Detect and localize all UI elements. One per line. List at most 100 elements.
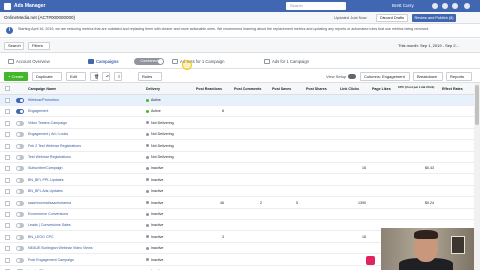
campaign-toggle[interactable] [16, 189, 24, 195]
campaign-toggle[interactable] [16, 223, 24, 229]
row-checkbox[interactable] [5, 120, 10, 126]
table-row[interactable]: BN_BFL PPL Updates Inactive [0, 174, 474, 186]
campaign-name[interactable]: Leads | Conversions Sales [28, 220, 140, 231]
table-row[interactable]: Engagement | Ad / Looks Not Delivering [0, 129, 474, 141]
delete-button[interactable]: 🗑 [90, 72, 99, 81]
table-row[interactable]: Video Testers Campaign Not Delivering [0, 117, 474, 129]
campaign-toggle[interactable] [16, 257, 24, 263]
tab-campaigns[interactable]: Campaigns [86, 57, 119, 66]
table-row[interactable]: Webinar/Promotion Active [0, 95, 474, 106]
campaign-name[interactable]: Subscriber/Campaign [28, 163, 140, 174]
date-range-picker[interactable]: This month: Sep 1, 2019 - Sep 2... [398, 42, 459, 50]
column-header-effect-rates[interactable]: Effect Rates [442, 83, 463, 95]
rules-button[interactable]: Rules [138, 72, 162, 81]
ab-test-button[interactable]: ≡ [114, 72, 122, 81]
campaign-name[interactable]: Engagement [28, 106, 140, 117]
row-checkbox[interactable] [5, 143, 10, 149]
campaign-name[interactable]: Test Webinar Registrations [28, 152, 140, 163]
column-header-post-shares[interactable]: Post Shares [306, 83, 327, 95]
column-header-delivery[interactable]: Delivery [146, 83, 160, 95]
table-row[interactable]: Feb 2 Test Webinar Registrations Not Deli… [0, 140, 474, 152]
campaign-name[interactable]: BN_BFL PPL Updates [28, 175, 140, 186]
row-checkbox[interactable] [5, 109, 10, 115]
column-header-name[interactable]: Campaign Name [28, 83, 56, 95]
edit-button[interactable]: Edit [66, 72, 86, 81]
breakdown-dropdown[interactable]: Breakdown [413, 72, 443, 81]
help-icon[interactable] [464, 3, 470, 9]
row-checkbox[interactable] [5, 155, 10, 160]
campaign-name[interactable]: Engagement | Ad / Looks [28, 129, 140, 140]
messages-icon[interactable] [442, 3, 448, 9]
tab-ads[interactable]: Ads for 1 Campaign [262, 57, 309, 66]
campaign-toggle[interactable] [16, 166, 24, 172]
column-header-link-clicks[interactable]: Link Clicks [340, 83, 359, 95]
campaign-toggle[interactable] [16, 98, 24, 103]
campaign-toggle[interactable] [16, 200, 24, 206]
campaign-name[interactable]: Webinar/Promotion [28, 95, 140, 106]
cell-post-comments [234, 141, 262, 152]
campaign-name[interactable]: Ecommerce Conversions [28, 209, 140, 220]
campaign-name[interactable]: Post Engagement Campaign [28, 255, 140, 266]
row-checkbox[interactable] [5, 166, 10, 172]
row-checkbox[interactable] [5, 246, 10, 252]
facebook-logo-icon[interactable] [4, 3, 11, 10]
table-row[interactable]: Subscriber/Campaign Inactive 16 $0.43 [0, 163, 474, 175]
notifications-icon[interactable] [452, 3, 458, 9]
row-checkbox[interactable] [5, 132, 10, 138]
campaign-toggle[interactable] [16, 177, 24, 183]
row-checkbox[interactable] [5, 177, 10, 183]
select-all-checkbox[interactable] [5, 86, 10, 91]
search-button[interactable]: Search [4, 42, 24, 50]
columns-dropdown[interactable]: Columns: Engagement [360, 72, 410, 81]
row-checkbox[interactable] [5, 189, 10, 195]
row-checkbox[interactable] [5, 212, 10, 217]
campaign-toggle[interactable] [16, 234, 24, 240]
campaign-name[interactable]: saachnormal/saachsharma [28, 198, 140, 209]
campaign-name[interactable]: Video Testers Campaign [28, 118, 140, 129]
discard-drafts-button[interactable]: Discard Drafts [376, 14, 408, 22]
review-publish-button[interactable]: Review and Publish (8) [412, 14, 456, 22]
combined-toggle[interactable]: Combined [134, 58, 164, 65]
user-name[interactable]: Brett Curry [392, 2, 414, 10]
campaign-name[interactable]: BN_LEGG CPC [28, 232, 140, 243]
campaign-toggle[interactable] [16, 155, 24, 160]
tab-account-overview[interactable]: Account Overview [6, 57, 50, 66]
campaign-name[interactable]: NEAUE Burlington Webinar Video Views [28, 243, 140, 254]
filters-button[interactable]: Filters [28, 42, 50, 50]
column-header-page-likes[interactable]: Page Likes [372, 83, 391, 95]
table-scrollbar[interactable] [474, 83, 480, 270]
campaign-toggle[interactable] [16, 132, 24, 138]
campaign-toggle[interactable] [16, 120, 24, 126]
row-checkbox[interactable] [5, 98, 10, 103]
table-row[interactable]: Engagement Active 8 [0, 106, 474, 118]
row-checkbox[interactable] [5, 223, 10, 229]
table-row[interactable]: BN_BFL Ads Updates Inactive [0, 186, 474, 198]
account-selector[interactable]: OnlineMedia.net (ACT#000000000) [4, 14, 75, 22]
undo-button[interactable]: ↶ [102, 72, 110, 81]
row-checkbox[interactable] [5, 257, 10, 263]
column-header-post-reactions[interactable]: Post Reactions [196, 83, 222, 95]
scrollbar-thumb[interactable] [475, 85, 479, 125]
column-header-post-comments[interactable]: Post Comments [234, 83, 261, 95]
duplicate-button[interactable]: Duplicate [32, 72, 62, 81]
campaign-name[interactable]: BN_BFL Ads Updates [28, 186, 140, 197]
table-row[interactable]: Test Webinar Registrations Not Delivering [0, 152, 474, 163]
view-setup-toggle[interactable] [348, 74, 356, 79]
table-row[interactable]: saachnormal/saachsharma Inactive 46 2 5 1390 $… [0, 197, 474, 209]
campaign-toggle[interactable] [16, 109, 24, 115]
friends-icon[interactable] [432, 3, 438, 9]
table-row[interactable]: Ecommerce Conversions Inactive [0, 209, 474, 220]
row-checkbox[interactable] [5, 234, 10, 240]
reports-dropdown[interactable]: Reports [446, 72, 472, 81]
column-header-post-saves[interactable]: Post Saves [272, 83, 291, 95]
tab-ad-sets[interactable]: Ad Sets for 1 Campaign [170, 57, 224, 66]
campaign-toggle[interactable] [16, 246, 24, 252]
app-title[interactable]: Ads Manager [14, 2, 45, 10]
row-checkbox[interactable] [5, 200, 10, 206]
campaign-toggle[interactable] [16, 212, 24, 217]
campaign-name[interactable]: Leads (Bl) [28, 266, 140, 270]
campaign-toggle[interactable] [16, 143, 24, 149]
search-input[interactable]: Search [286, 2, 346, 10]
create-button[interactable]: + Create [4, 72, 28, 81]
campaign-name[interactable]: Feb 2 Test Webinar Registrations [28, 141, 140, 152]
